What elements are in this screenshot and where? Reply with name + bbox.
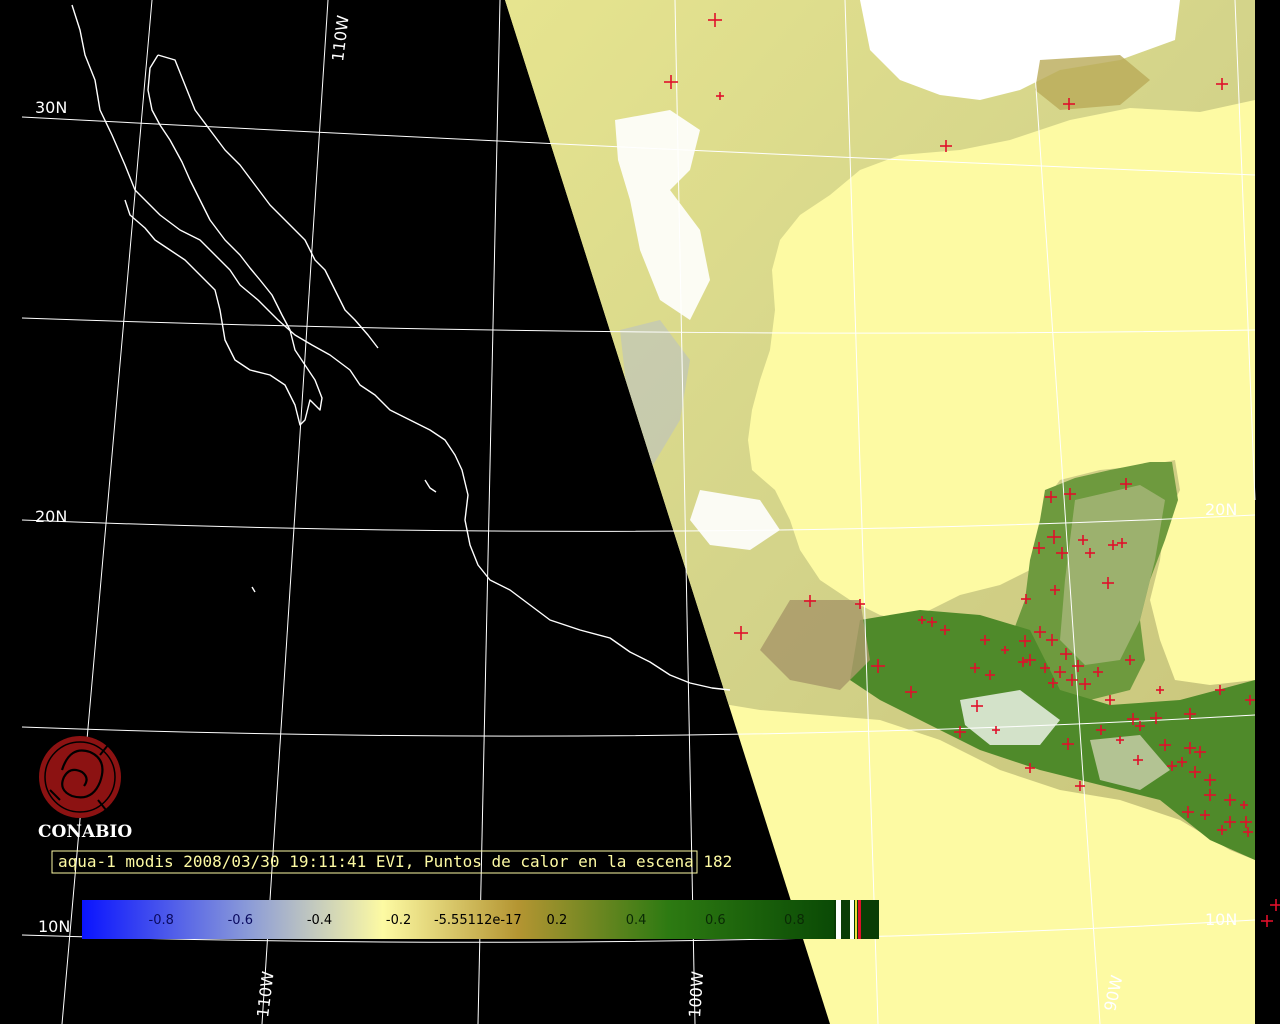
scene-caption: aqua-1 modis 2008/03/30 19:11:41 EVI, Pu… xyxy=(51,850,732,874)
colorbar-white-stripe-2 xyxy=(850,900,854,939)
label-20n-left: 20N xyxy=(35,507,67,526)
colorbar-yellow-stripe xyxy=(855,900,857,939)
colorbar-tick-label: 0.8 xyxy=(784,913,805,928)
colorbar-tick-label: -0.4 xyxy=(307,913,332,928)
colorbar-tick-label: 0.2 xyxy=(547,913,568,928)
colorbar-tick-label: 0.4 xyxy=(626,913,647,928)
colorbar-tick-labels: -0.8 -0.6 -0.4 -0.2 -5.55112e-17 0.2 0.4 0.6 0.8 xyxy=(149,913,805,928)
label-10n-right: 10N xyxy=(1205,910,1237,929)
colorbar-tick-label: -5.55112e-17 xyxy=(434,913,522,928)
colorbar-tick-label: -0.6 xyxy=(228,913,253,928)
colorbar-red-stripe xyxy=(858,900,861,939)
label-20n-right: 20N xyxy=(1205,500,1237,519)
colorbar-tick-label: 0.6 xyxy=(705,913,726,928)
colorbar-white-stripe-1 xyxy=(836,900,841,939)
colorbar-tick-label: -0.2 xyxy=(386,913,411,928)
label-30n: 30N xyxy=(35,98,67,117)
evi-colorbar: -0.8 -0.6 -0.4 -0.2 -5.55112e-17 0.2 0.4 0.6 0.8 xyxy=(82,900,879,939)
label-10n-left: 10N xyxy=(38,917,70,936)
label-100w-bottom: 100W xyxy=(685,971,707,1019)
conabio-logo-text: CONABIO xyxy=(38,822,132,842)
colorbar-tick-label: -0.8 xyxy=(149,913,174,928)
caption-text: aqua-1 modis 2008/03/30 19:11:41 EVI, Pu… xyxy=(58,852,732,871)
evi-satellite-map: 30N 20N 20N 10N 10N 110W 110W 100W 90W C… xyxy=(0,0,1280,1024)
conabio-snail-seal-icon xyxy=(39,736,121,818)
